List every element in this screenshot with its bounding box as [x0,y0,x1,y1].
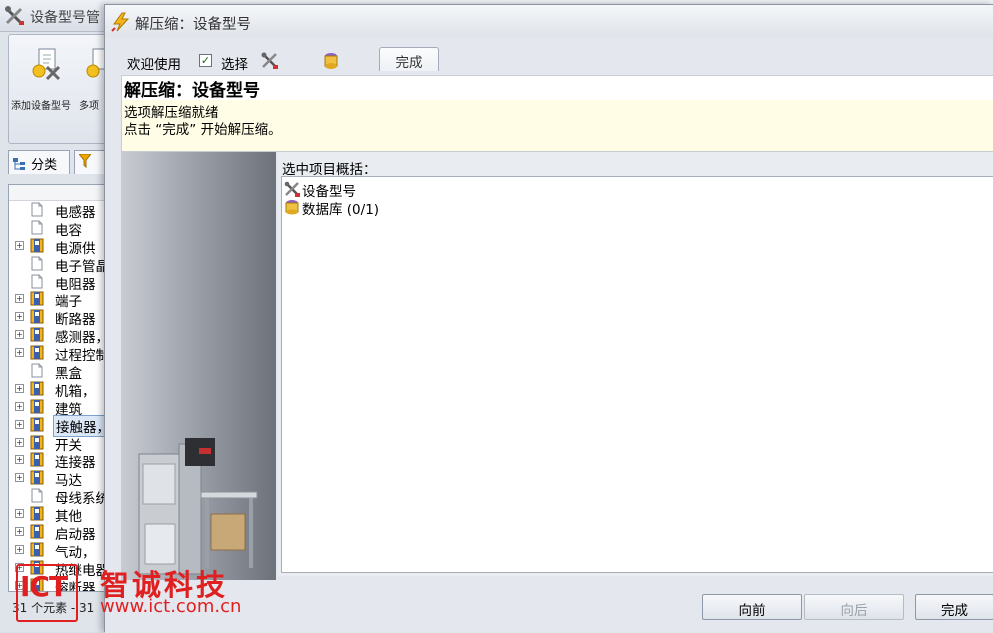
expand-icon[interactable]: + [15,473,24,483]
expand-icon[interactable]: + [15,312,24,322]
folder-book-icon [30,470,44,485]
watermark-url: www.ict.com.cn [100,596,242,617]
filter-icon [77,153,93,169]
tree-node[interactable]: + 断路器 [9,308,107,328]
lightning-icon [111,12,131,32]
folder-book-icon [30,309,44,324]
tree-node[interactable]: + 机箱， [9,380,107,400]
dialog-title: 解压缩：设备型号 [135,17,251,33]
folder-book-icon [30,238,44,253]
add-device-button[interactable]: 添加设备型号 [11,43,81,113]
expand-icon[interactable]: + [15,240,24,250]
tree-node[interactable]: + 感测器， [9,326,107,346]
page-icon [30,220,44,235]
summary-panel: 选中项目概括： 设备型号 数据库 (0/1) [278,152,993,576]
folder-book-icon [30,506,44,521]
category-icon [13,158,27,170]
tree-node[interactable]: + 端子 [9,290,107,310]
tools-icon[interactable] [261,52,279,70]
cabinet-illustration [138,438,258,575]
tab-filter[interactable] [74,150,108,174]
expand-icon[interactable]: + [15,509,24,519]
tree-node[interactable]: + 连接器 [9,451,107,471]
watermark-logo: ICT [20,570,68,603]
page-icon [30,274,44,289]
tree-node[interactable]: 母线系统 [9,487,107,507]
dialog-titlebar: 解压缩：设备型号 [105,5,993,37]
extract-dialog: 解压缩：设备型号 欢迎使用 ✓ 选择 完成 解压缩：设备型号 选项解压缩就绪 点… [104,4,993,633]
tab-category-label: 分类 [31,158,58,173]
expand-icon[interactable]: + [15,294,24,304]
expand-icon[interactable]: + [15,455,24,465]
tree-node[interactable]: + 接触器， [9,414,107,437]
folder-book-icon [30,452,44,467]
folder-book-icon [30,345,44,360]
wizard-steps-bar: 欢迎使用 ✓ 选择 完成 [105,39,993,75]
folder-book-icon [30,542,44,557]
tree-node-list: 电感器 电容 + 电源供 电子管晶 电阻器 + 端子 + 断路器 + 感测器， + 过程控制 黑盒 + 机箱， +… [9,201,107,591]
folder-book-icon [30,291,44,306]
folder-book-icon [30,524,44,539]
folder-book-icon [30,435,44,450]
page-icon [30,488,44,503]
tree-node[interactable]: 电容 [9,219,107,239]
tree-node[interactable]: + 过程控制 [9,344,107,364]
step-select-checkbox[interactable]: ✓ [199,54,212,67]
expand-icon[interactable]: + [15,527,24,537]
folder-book-icon [30,327,44,342]
header-title: 解压缩：设备型号 [122,76,993,101]
folder-book-icon [30,417,44,432]
tree-node[interactable]: 电感器 [9,201,107,221]
next-button[interactable]: 向后 [804,594,904,620]
page-icon [30,202,44,217]
watermark: ICT 智诚科技 www.ict.com.cn [14,562,254,628]
tree-node[interactable]: 黑盒 [9,362,107,382]
database-icon [284,199,300,215]
tree-node[interactable]: + 气动， [9,541,107,561]
folder-book-icon [30,399,44,414]
expand-icon[interactable]: + [15,401,24,411]
page-icon [30,363,44,378]
summary-label: 选中项目概括： [282,162,377,178]
side-banner-image [121,152,276,580]
expand-icon[interactable]: + [15,383,24,393]
list-item-label: 数据库 (0/1) [302,202,380,218]
tree-node[interactable]: + 其他 [9,505,107,525]
panel-tabs: 分类 [8,150,108,174]
tree-node[interactable]: + 建筑 [9,398,107,418]
folder-book-icon [30,381,44,396]
list-item-label: 设备型号 [302,184,356,200]
tree-node[interactable]: + 开关 [9,434,107,454]
step-welcome[interactable]: 欢迎使用 [127,53,181,73]
tree-node[interactable]: + 启动器 [9,523,107,543]
ribbon-group: 添加设备型号 多项 [8,34,112,144]
tools-icon [284,181,300,197]
tree-node[interactable]: 电阻器 [9,273,107,293]
tree-header [9,185,107,201]
back-button[interactable]: 向前 [702,594,802,620]
summary-list[interactable]: 设备型号 数据库 (0/1) [281,176,993,573]
tab-done[interactable]: 完成 [379,47,439,71]
expand-icon[interactable]: + [15,437,24,447]
expand-icon[interactable]: + [15,348,24,358]
add-device-icon [29,47,63,81]
database-icon[interactable] [323,52,339,70]
tab-category[interactable]: 分类 [8,150,70,174]
main-window-title: 设备型号管 [30,10,100,26]
tree-node[interactable]: 电子管晶 [9,255,107,275]
tree-node[interactable]: + 马达 [9,469,107,489]
header-instruction-line: 点击 “完成” 开始解压缩。 [124,122,282,138]
tree-node[interactable]: + 电源供 [9,237,107,257]
finish-button[interactable]: 完成 [915,594,993,620]
category-tree[interactable]: 电感器 电容 + 电源供 电子管晶 电阻器 + 端子 + 断路器 + 感测器， + 过程控制 黑盒 + 机箱， +… [8,184,108,592]
tools-icon [4,6,26,26]
dialog-header-panel: 解压缩：设备型号 选项解压缩就绪 点击 “完成” 开始解压缩。 [121,75,993,152]
expand-icon[interactable]: + [15,330,24,340]
expand-icon[interactable]: + [15,544,24,554]
expand-icon[interactable]: + [15,419,24,429]
step-select[interactable]: 选择 [221,53,248,73]
page-icon [30,256,44,271]
